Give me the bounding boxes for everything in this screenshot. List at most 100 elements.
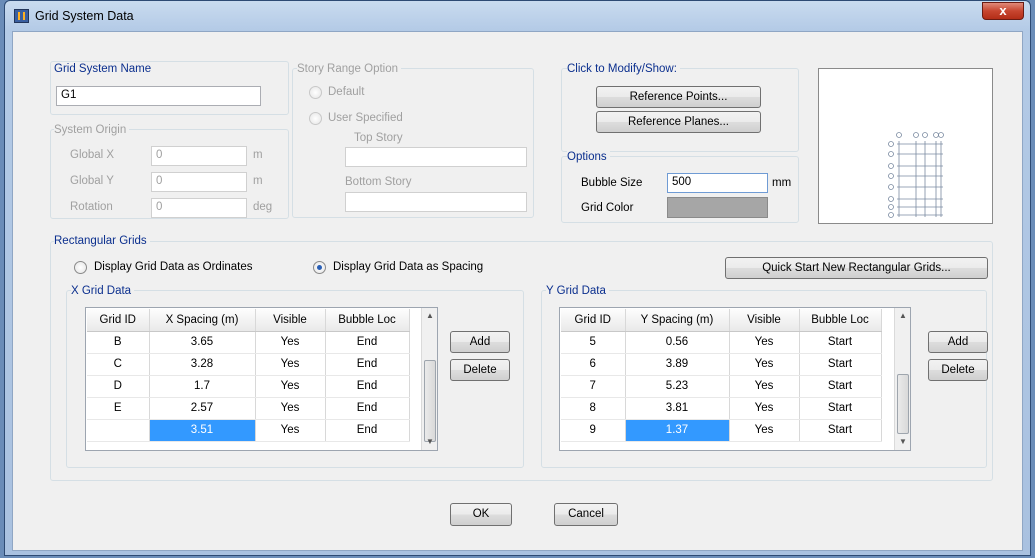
scroll-down-icon[interactable]: ▼ (423, 434, 437, 450)
y-bubble-loc-cell[interactable]: Start (799, 419, 882, 442)
x-visible-cell[interactable]: Yes (255, 353, 326, 376)
ok-button[interactable]: OK (450, 503, 512, 526)
x-col-spacing[interactable]: X Spacing (m) (149, 309, 256, 332)
story-range-label: Story Range Option (297, 63, 402, 75)
modify-show-label: Click to Modify/Show: (567, 63, 680, 75)
rotation-label: Rotation (70, 201, 113, 213)
y-grid-id-cell[interactable]: 9 (561, 419, 626, 442)
user-specified-radio[interactable] (309, 112, 322, 125)
x-bubble-loc-cell[interactable]: End (325, 375, 410, 398)
title-bar[interactable]: Grid System Data x (5, 1, 1030, 31)
x-spacing-cell[interactable]: 2.57 (149, 397, 256, 420)
y-grid-id-cell[interactable]: 8 (561, 397, 626, 420)
y-table-row[interactable]: 9 1.37 Yes Start (561, 419, 882, 442)
app-icon (14, 9, 29, 23)
x-col-visible[interactable]: Visible (255, 309, 326, 332)
x-visible-cell[interactable]: Yes (255, 331, 326, 354)
reference-points-button[interactable]: Reference Points... (596, 86, 761, 108)
y-visible-cell[interactable]: Yes (729, 419, 800, 442)
x-grid-scroll-thumb[interactable] (424, 360, 436, 442)
x-table-row[interactable]: C 3.28 Yes End (87, 353, 410, 376)
x-grid-table[interactable]: Grid ID X Spacing (m) Visible Bubble Loc… (85, 307, 438, 451)
bottom-story-label: Bottom Story (345, 176, 412, 188)
reference-planes-button[interactable]: Reference Planes... (596, 111, 761, 133)
y-spacing-cell[interactable]: 1.37 (625, 419, 730, 442)
x-grid-id-cell[interactable]: B (87, 331, 150, 354)
y-visible-cell[interactable]: Yes (729, 353, 800, 376)
cancel-button[interactable]: Cancel (554, 503, 618, 526)
x-col-bubble-loc[interactable]: Bubble Loc (325, 309, 410, 332)
scroll-up-icon[interactable]: ▲ (423, 308, 437, 324)
bubble-size-input[interactable]: 500 (667, 173, 768, 193)
y-bubble-loc-cell[interactable]: Start (799, 375, 882, 398)
x-bubble-loc-cell[interactable]: End (325, 419, 410, 442)
x-spacing-cell[interactable]: 3.28 (149, 353, 256, 376)
y-bubble-loc-cell[interactable]: Start (799, 397, 882, 420)
grid-system-data-dialog: Grid System Data x Grid System Name G1 S… (4, 0, 1031, 556)
y-grid-table[interactable]: Grid ID Y Spacing (m) Visible Bubble Loc… (559, 307, 911, 451)
scroll-up-icon[interactable]: ▲ (896, 308, 910, 324)
y-grid-id-cell[interactable]: 5 (561, 331, 626, 354)
y-col-visible[interactable]: Visible (729, 309, 800, 332)
x-table-row[interactable]: 3.51 Yes End (87, 419, 410, 442)
y-add-button[interactable]: Add (928, 331, 988, 353)
grid-color-swatch[interactable] (667, 197, 768, 218)
y-table-row[interactable]: 8 3.81 Yes Start (561, 397, 882, 420)
x-table-row[interactable]: E 2.57 Yes End (87, 397, 410, 420)
y-grid-scrollbar[interactable]: ▲ ▼ (894, 308, 910, 450)
y-grid-scroll-thumb[interactable] (897, 374, 909, 434)
x-spacing-cell[interactable]: 3.65 (149, 331, 256, 354)
global-y-input[interactable]: 0 (151, 172, 247, 192)
default-radio[interactable] (309, 86, 322, 99)
y-table-row[interactable]: 7 5.23 Yes Start (561, 375, 882, 398)
x-table-row[interactable]: D 1.7 Yes End (87, 375, 410, 398)
quick-start-button[interactable]: Quick Start New Rectangular Grids... (725, 257, 988, 279)
top-story-input[interactable] (345, 147, 527, 167)
x-table-row[interactable]: B 3.65 Yes End (87, 331, 410, 354)
y-bubble-loc-cell[interactable]: Start (799, 331, 882, 354)
bubble-size-label: Bubble Size (581, 177, 643, 189)
x-visible-cell[interactable]: Yes (255, 419, 326, 442)
y-table-row[interactable]: 5 0.56 Yes Start (561, 331, 882, 354)
y-spacing-cell[interactable]: 0.56 (625, 331, 730, 354)
y-spacing-cell[interactable]: 3.81 (625, 397, 730, 420)
bottom-story-input[interactable] (345, 192, 527, 212)
x-grid-id-cell[interactable]: C (87, 353, 150, 376)
y-grid-id-cell[interactable]: 6 (561, 353, 626, 376)
ordinates-radio[interactable] (74, 261, 87, 274)
grid-system-name-input[interactable]: G1 (56, 86, 261, 106)
x-bubble-loc-cell[interactable]: End (325, 353, 410, 376)
x-grid-scrollbar[interactable]: ▲ ▼ (421, 308, 437, 450)
y-spacing-cell[interactable]: 3.89 (625, 353, 730, 376)
global-x-unit: m (253, 149, 263, 161)
x-visible-cell[interactable]: Yes (255, 397, 326, 420)
x-visible-cell[interactable]: Yes (255, 375, 326, 398)
y-spacing-cell[interactable]: 5.23 (625, 375, 730, 398)
x-spacing-cell[interactable]: 3.51 (149, 419, 256, 442)
y-col-grid-id[interactable]: Grid ID (561, 309, 626, 332)
y-col-spacing[interactable]: Y Spacing (m) (625, 309, 730, 332)
y-visible-cell[interactable]: Yes (729, 397, 800, 420)
x-delete-button[interactable]: Delete (450, 359, 510, 381)
x-grid-id-cell[interactable] (87, 419, 150, 442)
y-visible-cell[interactable]: Yes (729, 375, 800, 398)
global-x-input[interactable]: 0 (151, 146, 247, 166)
spacing-radio[interactable] (313, 261, 326, 274)
close-button[interactable]: x (982, 2, 1024, 20)
x-grid-id-cell[interactable]: E (87, 397, 150, 420)
y-table-row[interactable]: 6 3.89 Yes Start (561, 353, 882, 376)
x-add-button[interactable]: Add (450, 331, 510, 353)
x-spacing-cell[interactable]: 1.7 (149, 375, 256, 398)
y-col-bubble-loc[interactable]: Bubble Loc (799, 309, 882, 332)
x-bubble-loc-cell[interactable]: End (325, 397, 410, 420)
rotation-input[interactable]: 0 (151, 198, 247, 218)
y-bubble-loc-cell[interactable]: Start (799, 353, 882, 376)
y-delete-button[interactable]: Delete (928, 359, 988, 381)
scroll-down-icon[interactable]: ▼ (896, 434, 910, 450)
x-bubble-loc-cell[interactable]: End (325, 331, 410, 354)
x-col-grid-id[interactable]: Grid ID (87, 309, 150, 332)
y-grid-id-cell[interactable]: 7 (561, 375, 626, 398)
grid-preview (818, 68, 993, 224)
x-grid-id-cell[interactable]: D (87, 375, 150, 398)
y-visible-cell[interactable]: Yes (729, 331, 800, 354)
